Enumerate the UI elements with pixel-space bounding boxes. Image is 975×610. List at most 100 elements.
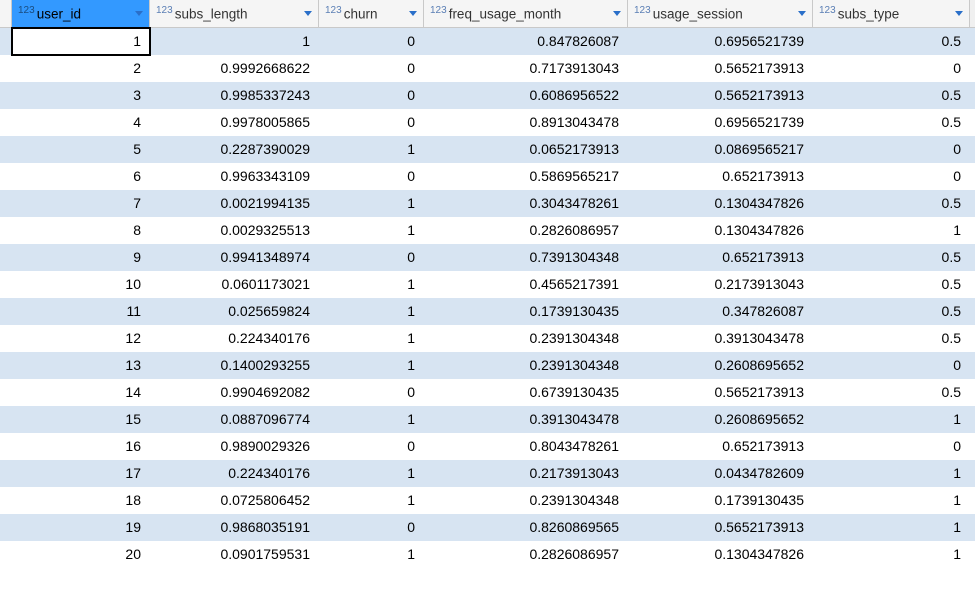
cell-usage_session[interactable]: 0.347826087 [628, 298, 813, 325]
cell-churn[interactable]: 0 [319, 379, 424, 406]
cell-subs_type[interactable]: 0.5 [813, 298, 970, 325]
cell-user_id[interactable]: 13 [12, 352, 150, 379]
cell-user_id[interactable]: 2 [12, 55, 150, 82]
cell-churn[interactable]: 1 [319, 352, 424, 379]
cell-user_id[interactable]: 7 [12, 190, 150, 217]
filter-dropdown-icon[interactable] [798, 11, 806, 16]
cell-freq_usage_month[interactable]: 0.3913043478 [424, 406, 628, 433]
cell-churn[interactable]: 1 [319, 217, 424, 244]
cell-usage_session[interactable]: 0.0434782609 [628, 460, 813, 487]
cell-usage_session[interactable]: 0.1304347826 [628, 190, 813, 217]
cell-subs_length[interactable]: 0.1400293255 [150, 352, 319, 379]
cell-subs_type[interactable]: 0.5 [813, 28, 970, 55]
cell-subs_length[interactable]: 0.0601173021 [150, 271, 319, 298]
cell-freq_usage_month[interactable]: 0.3043478261 [424, 190, 628, 217]
cell-subs_length[interactable]: 0.0021994135 [150, 190, 319, 217]
cell-user_id[interactable]: 11 [12, 298, 150, 325]
cell-user_id[interactable]: 5 [12, 136, 150, 163]
cell-subs_type[interactable]: 1 [813, 217, 970, 244]
cell-user_id[interactable]: 18 [12, 487, 150, 514]
table-row[interactable]: 1100.8478260870.69565217390.5 [0, 28, 975, 55]
column-header-churn[interactable]: 123churn [319, 0, 424, 27]
cell-freq_usage_month[interactable]: 0.2391304348 [424, 487, 628, 514]
cell-usage_session[interactable]: 0.5652173913 [628, 55, 813, 82]
cell-subs_type[interactable]: 1 [813, 406, 970, 433]
filter-dropdown-icon[interactable] [613, 11, 621, 16]
cell-subs_length[interactable]: 0.9963343109 [150, 163, 319, 190]
cell-subs_type[interactable]: 1 [813, 460, 970, 487]
cell-subs_length[interactable]: 0.9890029326 [150, 433, 319, 460]
cell-user_id[interactable]: 8 [12, 217, 150, 244]
cell-freq_usage_month[interactable]: 0.8260869565 [424, 514, 628, 541]
cell-user_id[interactable]: 16 [12, 433, 150, 460]
cell-subs_type[interactable]: 1 [813, 514, 970, 541]
cell-user_id[interactable]: 6 [12, 163, 150, 190]
cell-usage_session[interactable]: 0.5652173913 [628, 379, 813, 406]
cell-usage_session[interactable]: 0.652173913 [628, 163, 813, 190]
cell-usage_session[interactable]: 0.2608695652 [628, 406, 813, 433]
table-row[interactable]: 70.002199413510.30434782610.13043478260.… [0, 190, 975, 217]
cell-usage_session[interactable]: 0.5652173913 [628, 514, 813, 541]
cell-subs_length[interactable]: 0.0887096774 [150, 406, 319, 433]
cell-churn[interactable]: 0 [319, 244, 424, 271]
table-row[interactable]: 20.999266862200.71739130430.56521739130 [0, 55, 975, 82]
cell-churn[interactable]: 1 [319, 136, 424, 163]
table-row[interactable]: 160.989002932600.80434782610.6521739130 [0, 433, 975, 460]
cell-subs_type[interactable]: 0.5 [813, 82, 970, 109]
cell-user_id[interactable]: 3 [12, 82, 150, 109]
table-row[interactable]: 60.996334310900.58695652170.6521739130 [0, 163, 975, 190]
cell-churn[interactable]: 1 [319, 298, 424, 325]
table-row[interactable]: 130.140029325510.23913043480.26086956520 [0, 352, 975, 379]
cell-freq_usage_month[interactable]: 0.2391304348 [424, 352, 628, 379]
cell-freq_usage_month[interactable]: 0.7173913043 [424, 55, 628, 82]
cell-churn[interactable]: 0 [319, 28, 424, 55]
cell-usage_session[interactable]: 0.2608695652 [628, 352, 813, 379]
cell-subs_length[interactable]: 0.0725806452 [150, 487, 319, 514]
cell-freq_usage_month[interactable]: 0.0652173913 [424, 136, 628, 163]
cell-usage_session[interactable]: 0.652173913 [628, 244, 813, 271]
cell-subs_length[interactable]: 0.9904692082 [150, 379, 319, 406]
cell-churn[interactable]: 1 [319, 406, 424, 433]
cell-usage_session[interactable]: 0.1739130435 [628, 487, 813, 514]
cell-churn[interactable]: 1 [319, 460, 424, 487]
cell-user_id[interactable]: 4 [12, 109, 150, 136]
cell-user_id[interactable]: 14 [12, 379, 150, 406]
cell-usage_session[interactable]: 0.5652173913 [628, 82, 813, 109]
cell-subs_type[interactable]: 0 [813, 136, 970, 163]
cell-usage_session[interactable]: 0.0869565217 [628, 136, 813, 163]
table-row[interactable]: 80.002932551310.28260869570.13043478261 [0, 217, 975, 244]
cell-churn[interactable]: 1 [319, 190, 424, 217]
table-row[interactable]: 100.060117302110.45652173910.21739130430… [0, 271, 975, 298]
column-header-subs-type[interactable]: 123subs_type [813, 0, 970, 27]
cell-freq_usage_month[interactable]: 0.2391304348 [424, 325, 628, 352]
cell-churn[interactable]: 0 [319, 82, 424, 109]
cell-usage_session[interactable]: 0.6956521739 [628, 28, 813, 55]
cell-freq_usage_month[interactable]: 0.2826086957 [424, 217, 628, 244]
cell-freq_usage_month[interactable]: 0.1739130435 [424, 298, 628, 325]
cell-freq_usage_month[interactable]: 0.4565217391 [424, 271, 628, 298]
cell-subs_type[interactable]: 0 [813, 433, 970, 460]
cell-usage_session[interactable]: 0.6956521739 [628, 109, 813, 136]
data-grid[interactable]: 123user_id 123subs_length 123churn 123fr… [0, 0, 975, 568]
cell-subs_type[interactable]: 0.5 [813, 109, 970, 136]
cell-usage_session[interactable]: 0.1304347826 [628, 541, 813, 568]
cell-freq_usage_month[interactable]: 0.6739130435 [424, 379, 628, 406]
cell-churn[interactable]: 0 [319, 433, 424, 460]
table-row[interactable]: 180.072580645210.23913043480.17391304351 [0, 487, 975, 514]
cell-subs_length[interactable]: 0.9985337243 [150, 82, 319, 109]
table-row[interactable]: 200.090175953110.28260869570.13043478261 [0, 541, 975, 568]
cell-churn[interactable]: 0 [319, 55, 424, 82]
table-row[interactable]: 110.02565982410.17391304350.3478260870.5 [0, 298, 975, 325]
table-row[interactable]: 30.998533724300.60869565220.56521739130.… [0, 82, 975, 109]
filter-dropdown-icon[interactable] [304, 11, 312, 16]
table-row[interactable]: 150.088709677410.39130434780.26086956521 [0, 406, 975, 433]
cell-freq_usage_month[interactable]: 0.7391304348 [424, 244, 628, 271]
column-header-usage-session[interactable]: 123usage_session [628, 0, 813, 27]
cell-subs_type[interactable]: 0.5 [813, 379, 970, 406]
cell-churn[interactable]: 1 [319, 541, 424, 568]
filter-dropdown-icon[interactable] [955, 11, 963, 16]
cell-subs_type[interactable]: 0 [813, 163, 970, 190]
cell-subs_length[interactable]: 0.9978005865 [150, 109, 319, 136]
cell-churn[interactable]: 0 [319, 109, 424, 136]
cell-churn[interactable]: 1 [319, 487, 424, 514]
